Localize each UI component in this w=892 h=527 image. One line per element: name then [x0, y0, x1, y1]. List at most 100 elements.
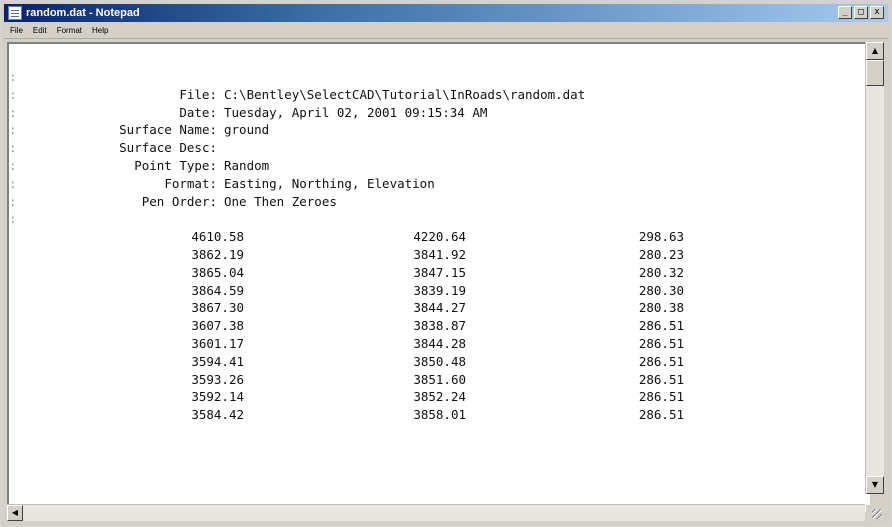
northing-value: 3850.48 — [413, 353, 466, 369]
menu-format[interactable]: Format — [57, 26, 82, 35]
easting-value: 3592.14 — [191, 389, 244, 405]
window-controls: _ □ x — [838, 6, 884, 19]
northing-value: 3852.24 — [413, 389, 466, 405]
gutter-mark: : — [9, 193, 17, 209]
header-line: : File: C:\Bentley\SelectCAD\Tutorial\InRo… — [9, 86, 684, 104]
header-line: : Point Type: Random — [9, 157, 684, 175]
easting-value: 3865.04 — [191, 264, 244, 280]
gutter-mark: : — [9, 211, 17, 227]
header-label: Point Type: — [134, 157, 217, 173]
header-label: Pen Order: — [141, 193, 217, 209]
menu-help[interactable]: Help — [92, 26, 108, 35]
easting-value: 4610.58 — [191, 229, 244, 245]
scroll-down-arrow-icon[interactable]: ▼ — [866, 476, 884, 494]
gutter-mark: : — [9, 175, 17, 191]
data-row: 4610.58 4220.64 298.63 — [9, 228, 684, 246]
gutter-mark: : — [9, 157, 17, 173]
scroll-thumb[interactable] — [866, 60, 884, 86]
data-row: 3601.17 3844.28 286.51 — [9, 335, 684, 353]
header-value: C:\Bentley\SelectCAD\Tutorial\InRoads\ra… — [224, 86, 586, 102]
elevation-value: 286.51 — [638, 353, 684, 369]
easting-value: 3867.30 — [191, 300, 244, 316]
document-text: :: File: C:\Bentley\SelectCAD\Tutorial\InR… — [9, 68, 684, 424]
header-value — [217, 139, 224, 157]
header-line: : Pen Order: One Then Zeroes — [9, 193, 684, 211]
notepad-icon[interactable] — [8, 6, 22, 20]
header-value — [217, 68, 224, 86]
data-row: 3865.04 3847.15 280.32 — [9, 264, 684, 282]
header-label: File: — [179, 86, 217, 102]
elevation-value: 286.51 — [638, 318, 684, 334]
data-row: 3584.42 3858.01 286.51 — [9, 406, 684, 424]
notepad-window: random.dat - Notepad _ □ x File Edit For… — [0, 0, 892, 527]
scroll-up-arrow-icon[interactable]: ▲ — [866, 42, 884, 60]
easting-value: 3862.19 — [191, 246, 244, 262]
data-row: 3867.30 3844.27 280.38 — [9, 299, 684, 317]
header-value: Random — [224, 157, 270, 173]
gutter-mark: : — [9, 69, 17, 84]
header-label — [37, 68, 217, 86]
window-title: random.dat - Notepad — [26, 7, 140, 19]
header-label: Format: — [164, 175, 217, 191]
northing-value: 3847.15 — [413, 264, 466, 280]
elevation-value: 280.38 — [638, 300, 684, 316]
northing-value: 3839.19 — [413, 282, 466, 298]
elevation-value: 280.30 — [638, 282, 684, 298]
menu-bar: File Edit Format Help — [4, 22, 888, 39]
northing-value: 3838.87 — [413, 318, 466, 334]
northing-value: 4220.64 — [413, 229, 466, 245]
header-line: : Format: Easting, Northing, Elevation — [9, 175, 684, 193]
resize-grip-icon[interactable] — [866, 505, 884, 521]
data-row: 3593.26 3851.60 286.51 — [9, 371, 684, 389]
header-label: Surface Desc: — [119, 140, 217, 156]
vertical-scrollbar[interactable]: ▲ ▼ — [865, 42, 884, 494]
header-label — [37, 210, 217, 228]
title-bar[interactable]: random.dat - Notepad _ □ x — [4, 4, 888, 22]
easting-value: 3864.59 — [191, 282, 244, 298]
header-value: Easting, Northing, Elevation — [224, 175, 435, 191]
header-value: One Then Zeroes — [224, 193, 337, 209]
easting-value: 3593.26 — [191, 371, 244, 387]
data-row: 3592.14 3852.24 286.51 — [9, 388, 684, 406]
elevation-value: 280.23 — [638, 246, 684, 262]
menu-file[interactable]: File — [10, 26, 23, 35]
elevation-value: 298.63 — [638, 229, 684, 245]
northing-value: 3844.27 — [413, 300, 466, 316]
data-row: 3607.38 3838.87 286.51 — [9, 317, 684, 335]
gutter-mark: : — [9, 122, 17, 138]
scroll-left-arrow-icon[interactable]: ◀ — [7, 505, 23, 521]
gutter-mark: : — [9, 104, 17, 120]
gutter-mark: : — [9, 86, 17, 102]
northing-value: 3844.28 — [413, 335, 466, 351]
header-line: : — [9, 210, 684, 228]
elevation-value: 286.51 — [638, 335, 684, 351]
header-line: : Date: Tuesday, April 02, 2001 09:15:34 A… — [9, 104, 684, 122]
elevation-value: 286.51 — [638, 389, 684, 405]
header-value: ground — [224, 122, 270, 138]
maximize-button[interactable]: □ — [854, 6, 868, 19]
northing-value: 3851.60 — [413, 371, 466, 387]
elevation-value: 280.32 — [638, 264, 684, 280]
menu-edit[interactable]: Edit — [33, 26, 47, 35]
header-label: Surface Name: — [119, 122, 217, 138]
data-row: 3864.59 3839.19 280.30 — [9, 282, 684, 300]
gutter-mark: : — [9, 140, 17, 156]
data-row: 3862.19 3841.92 280.23 — [9, 246, 684, 264]
minimize-button[interactable]: _ — [838, 6, 852, 19]
easting-value: 3584.42 — [191, 407, 244, 423]
header-line: : Surface Name: ground — [9, 121, 684, 139]
easting-value: 3607.38 — [191, 318, 244, 334]
data-row: 3594.41 3850.48 286.51 — [9, 353, 684, 371]
header-line: : — [9, 68, 684, 86]
close-button[interactable]: x — [870, 6, 884, 19]
northing-value: 3858.01 — [413, 407, 466, 423]
elevation-value: 286.51 — [638, 371, 684, 387]
horizontal-scrollbar[interactable]: ◀ — [7, 504, 865, 521]
elevation-value: 286.51 — [638, 407, 684, 423]
text-editor[interactable]: :: File: C:\Bentley\SelectCAD\Tutorial\InR… — [7, 42, 870, 512]
header-value — [217, 210, 224, 228]
northing-value: 3841.92 — [413, 246, 466, 262]
easting-value: 3601.17 — [191, 335, 244, 351]
easting-value: 3594.41 — [191, 353, 244, 369]
header-label: Date: — [179, 104, 217, 120]
